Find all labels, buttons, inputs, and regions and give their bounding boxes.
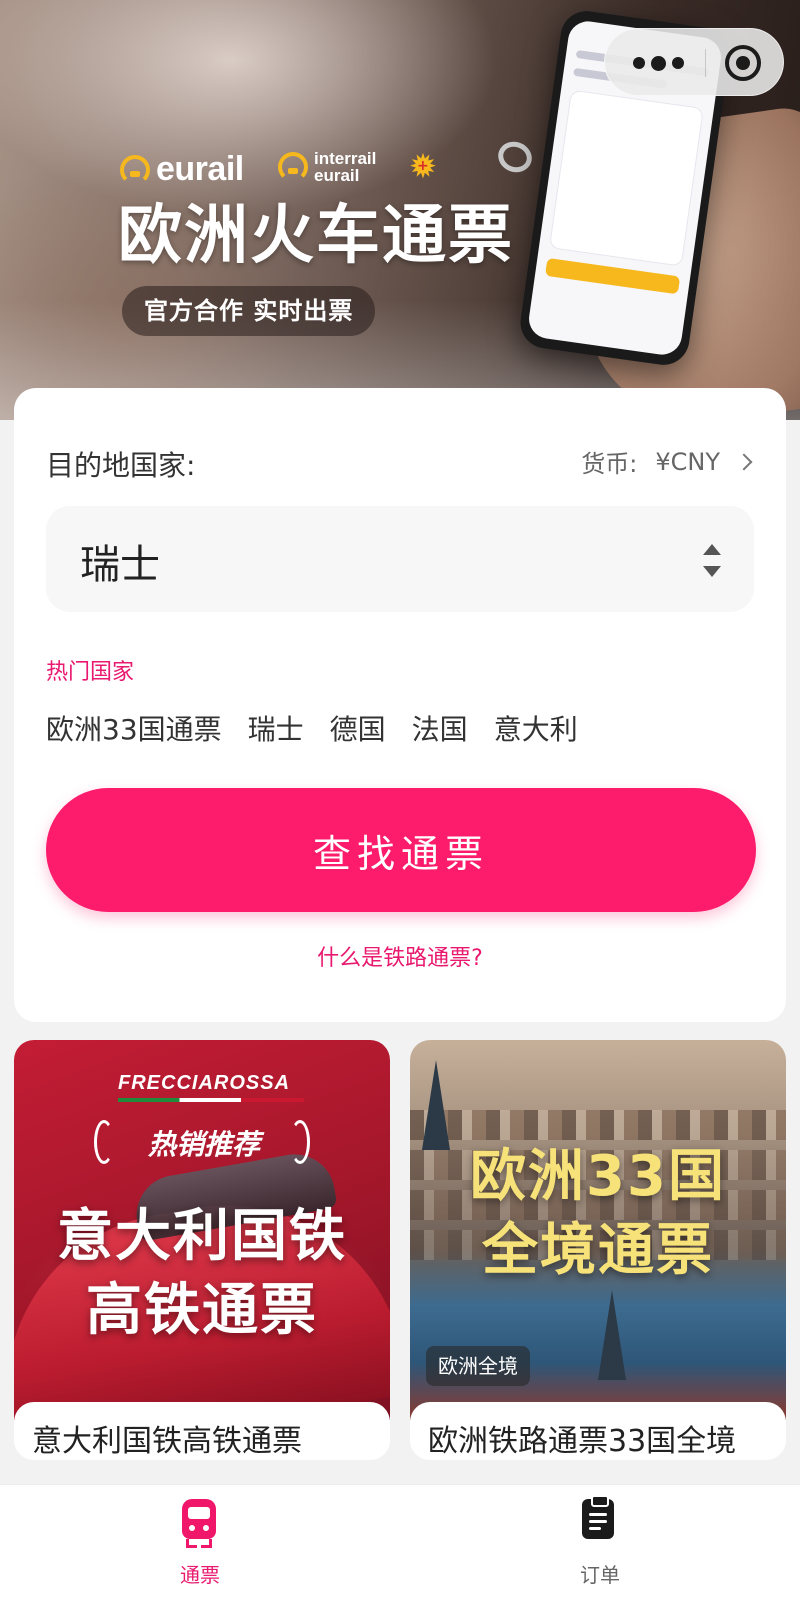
hot-country-switzerland[interactable]: 瑞士 [248,708,304,748]
tab-orders-label: 订单 [580,1563,620,1587]
country-select[interactable]: 瑞士 [46,506,754,612]
product-image-title-line1: 欧洲33国 [470,1144,726,1209]
bottom-tab-bar: 通票 订单 [0,1484,800,1614]
ring-image [493,137,537,177]
product-caption: 欧洲铁路通票33国全境 [410,1402,786,1460]
interrail-logo-text: interrail eurail [314,150,376,184]
search-card: 目的地国家: 货币: ¥CNY 瑞士 热门国家 欧洲33国通票 瑞士 德国 法国… [14,388,786,1022]
tab-orders[interactable]: 订单 [530,1495,670,1588]
product-title: 欧洲铁路通票33国全境 [428,1424,737,1459]
what-is-pass-link[interactable]: 什么是铁路通票? [14,940,786,972]
interrail-logo-line1: interrail [314,149,377,168]
hot-countries-label: 热门国家 [46,660,135,685]
tab-pass-label: 通票 [180,1563,220,1587]
product-card-europe[interactable]: 欧洲33国 全境通票 欧洲全境 欧洲铁路通票33国全境 [410,1040,786,1460]
more-icon[interactable] [633,55,693,71]
laurel-right-icon [290,1120,310,1164]
hot-country-europe33[interactable]: 欧洲33国通票 [46,708,222,748]
product-image-europe: 欧洲33国 全境通票 欧洲全境 [410,1040,786,1420]
city-skyline [410,1110,786,1140]
product-image-title-line2: 全境通票 [482,1218,714,1283]
frecciarossa-logo: FRECCIAROSSA [118,1072,291,1094]
hot-country-france[interactable]: 法国 [412,708,468,748]
product-image-title-line2: 高铁通票 [86,1278,318,1343]
product-card-italy[interactable]: FRECCIAROSSA 热销推荐 意大利国铁 高铁通票 意大利国铁高铁通票 [14,1040,390,1460]
hero-title: 欧洲火车通票 [118,199,514,273]
interrail-logo-line2: eurail [314,166,360,185]
interrail-logo: interrail eurail [278,150,376,184]
hot-recommend-badge: 热销推荐 [147,1128,260,1161]
currency-label: 货币: [581,450,638,478]
church-spire [598,1290,626,1380]
europe-wide-tag: 欧洲全境 [426,1346,530,1386]
product-image-title-line1: 意大利国铁 [57,1204,347,1269]
frecciarossa-stripe [118,1098,304,1102]
currency-value: ¥CNY [655,447,720,476]
destination-label: 目的地国家: [46,449,196,482]
product-caption: 意大利国铁高铁通票 [14,1402,390,1460]
find-pass-button[interactable]: 查找通票 [46,788,756,912]
hero-subtitle: 官方合作 实时出票 [122,286,376,336]
eurail-logo-text: eurail [156,150,244,188]
country-select-value: 瑞士 [80,542,160,588]
phone-card [548,89,704,267]
eurail-logo: eurail [120,150,244,189]
train-icon [182,1499,218,1548]
chevron-right-icon [735,453,753,470]
tab-pass[interactable]: 通票 [130,1499,270,1588]
miniprogram-capsule [604,28,784,96]
church-spire [422,1060,450,1150]
currency-selector[interactable]: 货币: ¥CNY [581,444,753,479]
product-image-title: 意大利国铁 高铁通票 [14,1200,390,1348]
interrail-logo-icon [278,152,308,182]
hot-country-germany[interactable]: 德国 [330,708,386,748]
swiss-star-icon: ✹ [406,149,440,184]
product-image-title: 欧洲33国 全境通票 [410,1140,786,1288]
product-image-italy: FRECCIAROSSA 热销推荐 意大利国铁 高铁通票 [14,1040,390,1420]
hero-banner[interactable]: eurail interrail eurail ✹ 欧洲火车通票 官方合作 实时… [0,0,800,420]
close-target-icon[interactable] [725,45,761,81]
clipboard-icon [582,1495,618,1539]
hot-country-italy[interactable]: 意大利 [494,708,578,748]
eurail-logo-icon [120,154,150,185]
product-title: 意大利国铁高铁通票 [32,1424,302,1459]
updown-arrows-icon [702,542,722,582]
hot-countries-list: 欧洲33国通票 瑞士 德国 法国 意大利 [46,708,578,748]
capsule-divider [705,49,706,77]
